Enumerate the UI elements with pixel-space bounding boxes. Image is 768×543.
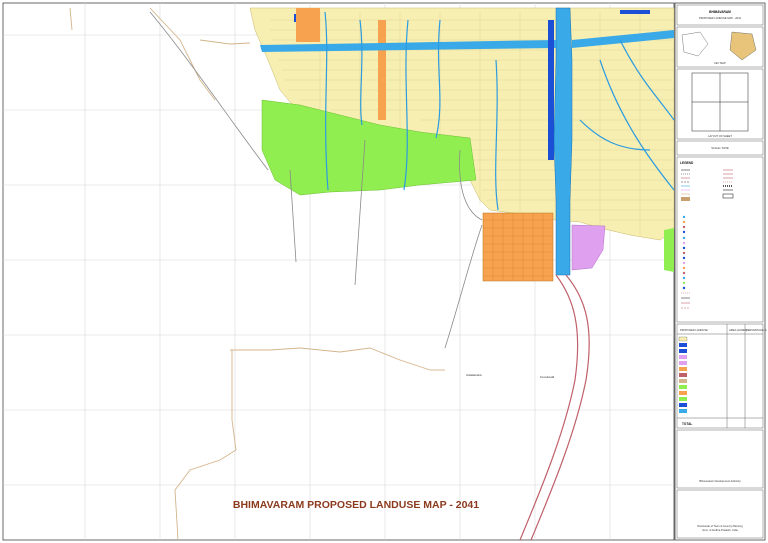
- main-canal: [553, 7, 573, 276]
- key-map-label: KEY MAP: [714, 61, 726, 65]
- area-header: AREA (ACRES): [729, 328, 747, 332]
- industrial-strip: [378, 20, 386, 120]
- authority-text: Bhimavaram Development Authority: [699, 479, 741, 483]
- place-label-2: Kumudavalli: [540, 375, 555, 379]
- map-title: BHIMAVARAM PROPOSED LANDUSE MAP - 2041: [233, 499, 479, 511]
- industrial-zone-north: [296, 8, 320, 42]
- scale-label: SCALE / DATE: [711, 146, 729, 150]
- legend-panel: BHIMAVARAM PROPOSED LANDUSE MAP - 2041 K…: [674, 2, 767, 541]
- agriculture-zone-east: [664, 228, 674, 272]
- sheet-layout-label: LAYOUT OF SHEET: [708, 134, 732, 138]
- landuse-header: PROPOSED LANDUSE: [680, 328, 708, 332]
- total-label: TOTAL: [682, 422, 692, 426]
- legend-title: LEGEND: [680, 161, 694, 165]
- landuse-map: Gollalakoderu Kumudavalli BHIMAVARAM PRO…: [0, 0, 768, 543]
- footer-text-2: Govt. of Andhra Pradesh, India: [702, 528, 738, 532]
- place-label-1: Gollalakoderu: [466, 373, 483, 377]
- industrial-zone-south: [482, 212, 554, 282]
- panel-header-1: BHIMAVARAM: [709, 10, 731, 14]
- footer-text-1: Directorate of Town & Country Planning: [697, 524, 743, 528]
- percent-header: PERCENTAGE %: [746, 328, 767, 332]
- panel-header-2: PROPOSED LANDUSE MAP - 2041: [699, 16, 742, 20]
